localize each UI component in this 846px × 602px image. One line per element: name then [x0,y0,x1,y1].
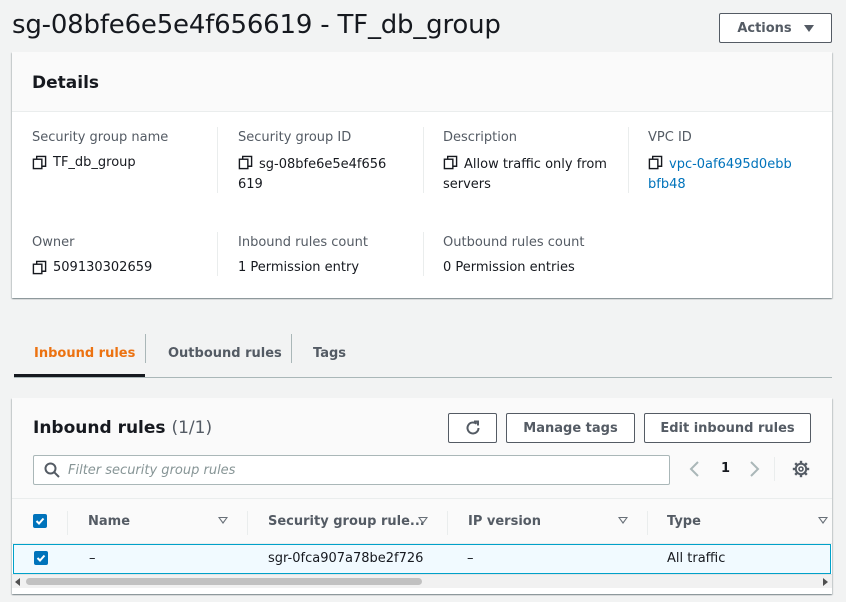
inbound-rules-title-text: Inbound rules [33,418,166,438]
column-header-type[interactable]: Type [667,514,701,529]
field-value-row: 0 Permission entries [443,258,643,278]
checkbox-checked-icon [35,517,45,525]
copy-icon[interactable] [238,155,253,170]
field-value: 1 Permission entry [238,260,360,275]
inbound-rules-title: Inbound rules (1/1) [33,418,212,438]
filter-search-input[interactable] [68,462,648,478]
column-divider [247,511,248,535]
checkbox-checked-icon [36,554,46,562]
horizontal-scrollbar[interactable] [12,574,832,588]
search-icon [44,462,60,478]
manage-tags-button[interactable]: Manage tags [506,413,635,443]
field-vpc-id: VPC ID vpc-0af6495d0ebbbfb48 [648,128,798,195]
pager-divider [774,457,775,481]
cell-type: All traffic [667,551,726,566]
cell-ip-version: – [467,551,474,566]
field-value-row: sg-08bfe6e5e4f656619 [238,153,388,195]
sort-icon[interactable] [218,517,228,524]
inbound-rules-panel: Inbound rules (1/1) Manage tags Edit inb… [12,398,832,594]
field-value: 509130302659 [53,260,153,275]
tab-divider [145,334,146,363]
field-security-group-id: Security group ID sg-08bfe6e5e4f656619 [238,128,388,195]
column-header-ip-version[interactable]: IP version [468,514,541,529]
field-value-row: 1 Permission entry [238,258,413,278]
field-label: Inbound rules count [238,235,368,250]
column-divider [217,127,218,193]
field-value: Allow traffic only from servers [443,157,607,192]
vpc-id-link[interactable]: vpc-0af6495d0ebbbfb48 [648,157,792,192]
actions-button[interactable]: Actions [719,13,832,43]
field-value: TF_db_group [53,155,136,170]
field-label: Description [443,130,518,145]
field-value-row: Allow traffic only from servers [443,153,618,195]
tab-divider [291,334,292,363]
field-inbound-rules-count: Inbound rules count 1 Permission entry [238,233,413,278]
active-tab-indicator [14,374,145,377]
cell-rule-id: sgr-0fca907a78be2f726 [268,551,424,566]
field-value-row: vpc-0af6495d0ebbbfb48 [648,153,798,195]
column-divider [423,127,424,193]
actions-button-label: Actions [737,20,792,36]
field-label: Security group ID [238,130,352,145]
field-label: Outbound rules count [443,235,585,250]
tab-outbound-rules[interactable]: Outbound rules [168,330,282,377]
column-divider [217,232,218,276]
page-number[interactable]: 1 [721,461,730,476]
scrollbar-thumb[interactable] [26,578,422,585]
caret-down-icon [803,24,814,32]
field-owner: Owner 509130302659 [32,233,207,278]
field-value-row: 509130302659 [32,258,207,278]
copy-icon[interactable] [443,155,458,170]
details-title: Details [32,73,100,93]
column-divider [447,511,448,535]
field-outbound-rules-count: Outbound rules count 0 Permission entrie… [443,233,643,278]
tab-bar: Inbound rules Outbound rules Tags [14,330,832,378]
field-label: Security group name [32,130,169,145]
sort-icon[interactable] [418,517,428,524]
column-header-name[interactable]: Name [88,514,130,529]
field-security-group-name: Security group name TF_db_group [32,128,207,173]
details-panel: Details Security group name TF_db_group … [12,52,832,298]
edit-inbound-rules-button[interactable]: Edit inbound rules [644,413,811,443]
chevron-left-icon[interactable] [688,460,702,478]
column-divider [647,511,648,535]
column-header-rule-id[interactable]: Security group rule... [268,514,425,529]
row-checkbox[interactable] [34,551,48,565]
page-title: sg-08bfe6e5e4f656619 - TF_db_group [12,10,501,40]
cell-name: – [89,551,96,566]
field-label: VPC ID [648,130,692,145]
details-header: Details [12,52,832,112]
column-divider [628,127,629,193]
table-header: Name Security group rule... IP version T… [12,498,832,544]
table-row[interactable]: – sgr-0fca907a78be2f726 – All traffic [13,544,831,574]
tab-tags[interactable]: Tags [313,330,346,377]
scroll-left-arrow[interactable] [15,578,20,586]
scroll-right-arrow[interactable] [823,578,828,586]
field-value: 0 Permission entries [443,260,575,275]
inbound-rules-header: Inbound rules (1/1) Manage tags Edit inb… [12,398,832,498]
column-divider [67,511,68,535]
field-label: Owner [32,235,75,250]
inbound-rules-count: (1/1) [171,418,213,438]
tab-inbound-rules[interactable]: Inbound rules [34,330,135,377]
copy-icon[interactable] [32,260,47,275]
chevron-right-icon[interactable] [747,460,761,478]
copy-icon[interactable] [648,155,663,170]
refresh-icon [466,420,479,435]
field-value: sg-08bfe6e5e4f656619 [238,157,387,192]
gear-icon[interactable] [792,460,810,478]
column-divider [423,232,424,276]
filter-search-box[interactable] [33,455,670,485]
field-value-row: TF_db_group [32,153,207,173]
sort-icon[interactable] [818,517,828,524]
refresh-button[interactable] [448,413,497,443]
sort-icon[interactable] [618,517,628,524]
copy-icon[interactable] [32,155,47,170]
field-description: Description Allow traffic only from serv… [443,128,618,195]
select-all-checkbox[interactable] [33,514,47,528]
